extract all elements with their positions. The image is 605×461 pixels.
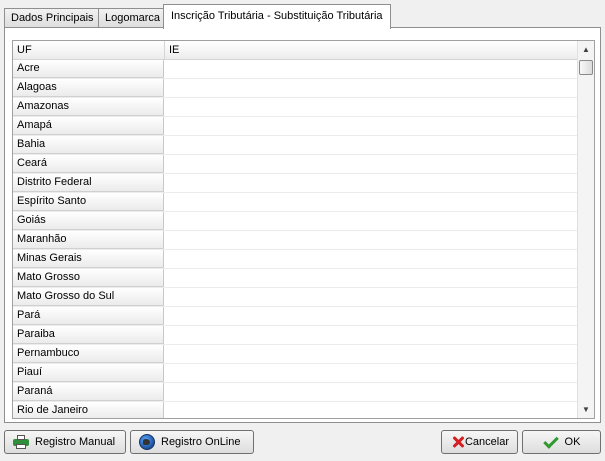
tab-panel: UF IE Acre Alagoas Amazonas Amapá Bahia Ceará… [4,27,601,423]
ie-cell[interactable] [165,174,578,192]
scroll-down-icon[interactable]: ▼ [578,401,594,418]
ie-cell[interactable] [165,212,578,230]
table-row[interactable]: Distrito Federal [13,174,578,193]
cancel-label: Cancelar [464,436,509,448]
uf-cell: Paraiba [13,326,164,344]
uf-ie-grid: UF IE Acre Alagoas Amazonas Amapá Bahia Ceará… [12,40,595,419]
table-row[interactable]: Acre [13,60,578,79]
table-row[interactable]: Amapá [13,117,578,136]
tab-inscricao-tributaria[interactable]: Inscrição Tributária - Substituição Trib… [163,4,391,29]
table-row[interactable]: Bahia [13,136,578,155]
uf-cell: Ceará [13,155,164,173]
ok-label: OK [564,436,581,448]
table-row[interactable]: Goiás [13,212,578,231]
column-header-ie[interactable]: IE [165,41,578,60]
ie-cell[interactable] [165,136,578,154]
registro-manual-label: Registro Manual [35,436,116,448]
uf-cell: Piauí [13,364,164,382]
ie-cell[interactable] [165,269,578,287]
ok-button[interactable]: OK [522,430,601,454]
uf-cell: Amapá [13,117,164,135]
table-row[interactable]: Amazonas [13,98,578,117]
cancel-button[interactable]: Cancelar [441,430,518,454]
ie-cell[interactable] [165,155,578,173]
scroll-up-icon[interactable]: ▲ [578,41,594,58]
ie-cell[interactable] [165,98,578,116]
ie-cell[interactable] [165,79,578,97]
uf-cell: Pará [13,307,164,325]
registro-manual-button[interactable]: Registro Manual [4,430,126,454]
ie-cell[interactable] [165,117,578,135]
table-row[interactable]: Mato Grosso do Sul [13,288,578,307]
ie-cell[interactable] [165,250,578,268]
table-row[interactable]: Paraná [13,383,578,402]
table-row[interactable]: Maranhão [13,231,578,250]
tab-logomarca[interactable]: Logomarca [98,8,164,28]
ie-cell[interactable] [165,345,578,363]
ie-cell[interactable] [165,307,578,325]
registro-online-label: Registro OnLine [161,436,241,448]
uf-cell: Acre [13,60,164,78]
uf-cell: Rio de Janeiro [13,402,164,418]
table-row[interactable]: Piauí [13,364,578,383]
registro-online-button[interactable]: Registro OnLine [130,430,254,454]
grid-rows: Acre Alagoas Amazonas Amapá Bahia Ceará Distri… [13,60,578,418]
ie-cell[interactable] [165,288,578,306]
grid-header: UF IE [13,41,578,60]
uf-cell: Pernambuco [13,345,164,363]
ie-cell[interactable] [165,193,578,211]
ie-cell[interactable] [165,326,578,344]
check-icon [543,434,559,450]
table-row[interactable]: Ceará [13,155,578,174]
column-header-uf[interactable]: UF [13,41,165,60]
uf-cell: Amazonas [13,98,164,116]
ie-cell[interactable] [165,383,578,401]
uf-cell: Alagoas [13,79,164,97]
table-row[interactable]: Paraiba [13,326,578,345]
table-row[interactable]: Mato Grosso [13,269,578,288]
uf-cell: Minas Gerais [13,250,164,268]
uf-cell: Goiás [13,212,164,230]
globe-icon [139,434,155,450]
uf-cell: Bahia [13,136,164,154]
table-row[interactable]: Pernambuco [13,345,578,364]
table-row[interactable]: Rio de Janeiro [13,402,578,418]
vertical-scrollbar[interactable]: ▲ ▼ [577,41,594,418]
uf-cell: Mato Grosso [13,269,164,287]
scroll-thumb[interactable] [579,60,593,75]
uf-cell: Maranhão [13,231,164,249]
uf-cell: Espírito Santo [13,193,164,211]
tab-dados-principais[interactable]: Dados Principais [4,8,99,28]
ie-cell[interactable] [165,402,578,418]
ie-cell[interactable] [165,60,578,78]
uf-cell: Mato Grosso do Sul [13,288,164,306]
table-row[interactable]: Pará [13,307,578,326]
cancel-icon [450,434,459,450]
ie-cell[interactable] [165,364,578,382]
uf-cell: Paraná [13,383,164,401]
printer-icon [13,434,29,450]
ie-cell[interactable] [165,231,578,249]
table-row[interactable]: Espírito Santo [13,193,578,212]
uf-cell: Distrito Federal [13,174,164,192]
table-row[interactable]: Minas Gerais [13,250,578,269]
table-row[interactable]: Alagoas [13,79,578,98]
